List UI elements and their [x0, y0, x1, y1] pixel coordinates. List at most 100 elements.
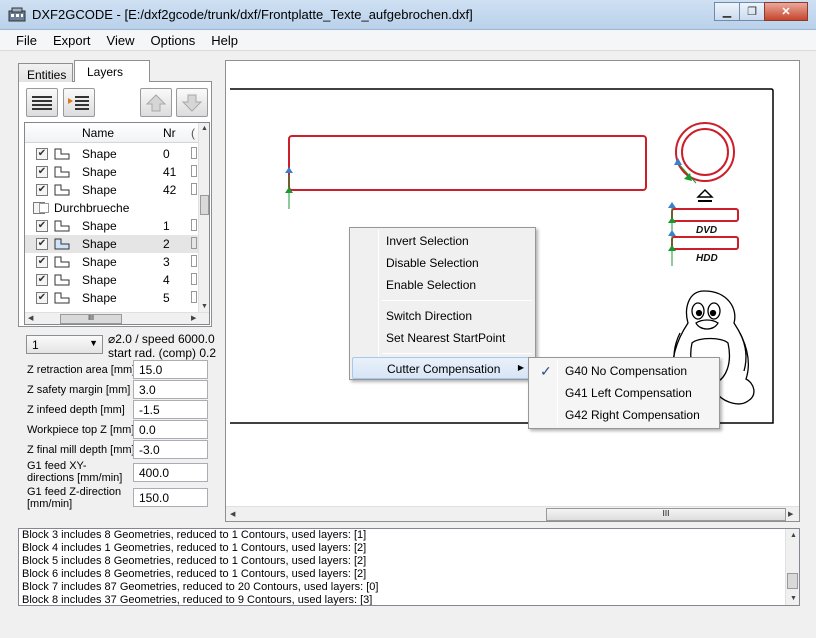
column-nr-header[interactable]: Nr: [163, 126, 176, 140]
minimize-button[interactable]: ▁: [714, 2, 740, 21]
tree-vertical-scrollbar[interactable]: ▲ ▼: [198, 123, 209, 314]
tree-row[interactable]: ✔ Shape 4: [25, 271, 200, 289]
hdd-slot-contour[interactable]: [671, 236, 739, 250]
scroll-left-icon[interactable]: ◀: [28, 314, 33, 322]
tree-row-extra-checkbox[interactable]: [191, 183, 197, 195]
feed-z-input[interactable]: 150.0: [133, 488, 208, 507]
log-scroll-down-icon[interactable]: ▼: [790, 595, 797, 602]
tool-info-start-rad: start rad. (comp) 0.2: [108, 346, 217, 360]
tab-layers[interactable]: Layers: [74, 60, 150, 82]
submenu-arrow-icon: ▶: [517, 363, 524, 372]
layers-tree[interactable]: Name Nr ( ✔ Shape 0 ✔ Shape 41 ✔ Shape 42 Durchbr…: [24, 122, 210, 325]
select-all-button[interactable]: [26, 88, 58, 117]
tree-row-extra-checkbox[interactable]: [191, 273, 197, 285]
param-label-feed-z: G1 feed Z-direction [mm/min]: [27, 486, 122, 510]
menu-help[interactable]: Help: [203, 33, 246, 48]
dvd-slot-contour[interactable]: [671, 208, 739, 222]
menu-item-cutter-compensation[interactable]: Cutter Compensation ▶: [352, 357, 533, 379]
tree-row[interactable]: ✔ Shape 5: [25, 289, 200, 307]
tree-row[interactable]: Durchbrueche: [25, 199, 200, 217]
param-label-z-infeed: Z infeed depth [mm]: [27, 404, 125, 416]
tab-entities[interactable]: Entities: [18, 63, 73, 82]
tree-hscroll-thumb[interactable]: III: [60, 314, 122, 324]
param-label-feed-xy: G1 feed XY-directions [mm/min]: [27, 460, 123, 484]
message-log[interactable]: Block 3 includes 8 Geometries, reduced t…: [18, 528, 800, 606]
menu-file[interactable]: File: [8, 33, 45, 48]
z-retraction-input[interactable]: 15.0: [133, 360, 208, 379]
layer-checkbox[interactable]: ✔: [36, 256, 48, 268]
tree-row-extra-checkbox[interactable]: [191, 147, 197, 159]
tree-row-nr: 3: [163, 255, 170, 269]
layer-checkbox[interactable]: ✔: [36, 220, 48, 232]
shape-icon: [54, 166, 70, 178]
tree-row-name: Shape: [82, 273, 117, 287]
log-vscroll-thumb[interactable]: [787, 573, 798, 589]
menu-item-g40[interactable]: ✓ G40 No Compensation: [531, 360, 717, 382]
menu-item-switch-direction[interactable]: Switch Direction: [352, 305, 533, 327]
layer-expander-icon[interactable]: [39, 203, 49, 213]
menu-item-g41[interactable]: G41 Left Compensation: [531, 382, 717, 404]
rect-contour[interactable]: [288, 135, 647, 191]
menu-options[interactable]: Options: [142, 33, 203, 48]
tool-select[interactable]: 1 ▼: [26, 335, 103, 354]
indent-list-button[interactable]: [63, 88, 95, 117]
circle-outer-contour[interactable]: [675, 122, 735, 182]
menu-view[interactable]: View: [99, 33, 143, 48]
canvas-horizontal-scrollbar[interactable]: ◀ III ▶: [226, 506, 799, 521]
log-scroll-up-icon[interactable]: ▲: [790, 532, 797, 539]
layer-checkbox[interactable]: ✔: [36, 166, 48, 178]
menu-item-invert-selection[interactable]: Invert Selection: [352, 230, 533, 252]
shape-icon: [54, 292, 70, 304]
menu-export[interactable]: Export: [45, 33, 99, 48]
z-final-input[interactable]: -3.0: [133, 440, 208, 459]
close-button[interactable]: ✕: [764, 2, 808, 21]
param-label-z-retraction: Z retraction area [mm]: [27, 364, 136, 376]
layer-checkbox[interactable]: ✔: [36, 148, 48, 160]
canvas-hscroll-thumb[interactable]: III: [546, 508, 786, 521]
layer-checkbox[interactable]: ✔: [36, 292, 48, 304]
tree-vscroll-thumb[interactable]: [200, 195, 209, 215]
column-extra-header[interactable]: (: [191, 126, 195, 140]
column-name-header[interactable]: Name: [82, 126, 114, 140]
eject-icon: [696, 188, 714, 198]
tree-row[interactable]: ✔ Shape 3: [25, 253, 200, 271]
menu-item-enable-selection[interactable]: Enable Selection: [352, 274, 533, 296]
tree-row-nr: 41: [163, 165, 177, 179]
z-safety-input[interactable]: 3.0: [133, 380, 208, 399]
scroll-down-icon[interactable]: ▼: [201, 303, 208, 310]
tree-row-extra-checkbox[interactable]: [191, 165, 197, 177]
tree-row-extra-checkbox[interactable]: [191, 255, 197, 267]
tree-row-extra-checkbox[interactable]: [191, 219, 197, 231]
menu-separator: [382, 353, 532, 354]
tree-horizontal-scrollbar[interactable]: ◀ III ▶: [25, 312, 209, 324]
log-vertical-scrollbar[interactable]: ▲ ▼: [785, 529, 799, 605]
canvas-scroll-right-icon[interactable]: ▶: [788, 510, 793, 518]
layer-checkbox[interactable]: ✔: [36, 274, 48, 286]
menu-item-disable-selection[interactable]: Disable Selection: [352, 252, 533, 274]
tree-row[interactable]: ✔ Shape 1: [25, 217, 200, 235]
move-down-button[interactable]: [176, 88, 208, 117]
layer-checkbox[interactable]: ✔: [36, 184, 48, 196]
workpiece-top-input[interactable]: 0.0: [133, 420, 208, 439]
menu-item-g42[interactable]: G42 Right Compensation: [531, 404, 717, 426]
canvas-scroll-left-icon[interactable]: ◀: [230, 510, 235, 518]
scroll-right-icon[interactable]: ▶: [191, 314, 196, 322]
tree-row-extra-checkbox[interactable]: [191, 237, 197, 249]
circle-inner-contour[interactable]: [681, 128, 729, 176]
tree-row[interactable]: ✔ Shape 42: [25, 181, 200, 199]
log-line: Block 7 includes 87 Geometries, reduced …: [22, 581, 379, 593]
tree-row[interactable]: ✔ Shape 41: [25, 163, 200, 181]
menu-item-set-nearest-startpoint[interactable]: Set Nearest StartPoint: [352, 327, 533, 349]
feed-xy-input[interactable]: 400.0: [133, 463, 208, 482]
scroll-up-icon[interactable]: ▲: [201, 125, 208, 132]
layer-checkbox[interactable]: ✔: [36, 238, 48, 250]
move-up-button[interactable]: [140, 88, 172, 117]
maximize-button[interactable]: ❐: [739, 2, 765, 21]
cutter-compensation-submenu: ✓ G40 No Compensation G41 Left Compensat…: [528, 357, 720, 429]
log-line: Block 4 includes 1 Geometries, reduced t…: [22, 542, 367, 554]
tree-row[interactable]: ✔ Shape 0: [25, 145, 200, 163]
tree-row-extra-checkbox[interactable]: [191, 291, 197, 303]
checkmark-icon: ✓: [540, 363, 552, 379]
tree-row[interactable]: ✔ Shape 2: [25, 235, 200, 253]
z-infeed-input[interactable]: -1.5: [133, 400, 208, 419]
